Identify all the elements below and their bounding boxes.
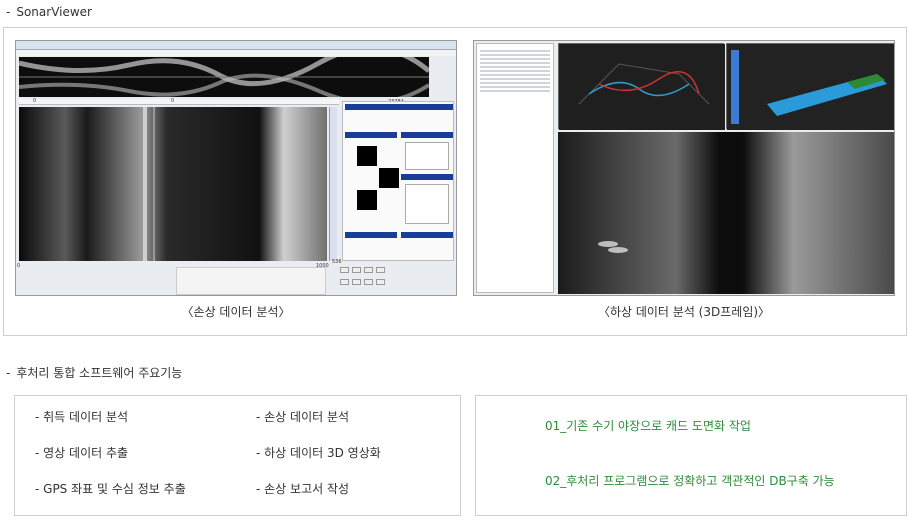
bottom-button-group [340, 267, 410, 293]
tool-button[interactable] [364, 279, 373, 285]
window-menu-bar [16, 50, 456, 56]
panel-header [345, 232, 397, 238]
caption-riverbed-3d: 〈하상 데이터 분석 (3D프레임)〉 [597, 305, 771, 319]
tool-button[interactable] [364, 267, 373, 273]
tool-button[interactable] [352, 279, 361, 285]
caption-damage-analysis: 〈손상 데이터 분석〉 [181, 305, 291, 319]
highlight-item: 01_기존 수기 야장으로 캐드 도면화 작업 [545, 419, 751, 433]
panel-header [401, 232, 453, 238]
tick-label: 0 [33, 98, 37, 104]
tool-button[interactable] [340, 267, 349, 273]
panel-header [401, 174, 453, 180]
info-table [405, 184, 449, 224]
sonar-image-view[interactable] [19, 107, 327, 261]
feature-item: - 영상 데이터 추출 [35, 446, 129, 460]
section-title-text: SonarViewer [16, 5, 92, 19]
riverbed-3d-screenshot [473, 40, 895, 296]
info-table [405, 142, 449, 170]
section-title-text: 후처리 통합 소프트웨어 주요기능 [16, 366, 183, 380]
screenshot-panel: 0 0 23784 [3, 27, 907, 336]
tool-button[interactable] [376, 279, 385, 285]
preview-thumb [379, 168, 399, 188]
sonar-waveform [18, 45, 431, 105]
preview-thumb [357, 146, 377, 166]
feature-item: - GPS 좌표 및 수심 정보 추출 [35, 482, 186, 496]
status-readout [176, 267, 326, 295]
panel-header [345, 132, 397, 138]
section-title-features: - 후처리 통합 소프트웨어 주요기능 [6, 366, 183, 380]
highlight-item: 02_후처리 프로그램으로 정확하고 객관적인 DB구축 가능 [545, 474, 835, 488]
highlight-panel: 01_기존 수기 야장으로 캐드 도면화 작업 02_후처리 프로그램으로 정확… [475, 395, 907, 516]
track-3d-plot[interactable] [558, 43, 725, 130]
control-side-panel [342, 101, 454, 261]
tick-label: 536 [332, 259, 342, 265]
window-title-bar [16, 41, 456, 50]
riverbed-3d-surface[interactable] [726, 43, 894, 130]
feature-item: - 취득 데이터 분석 [35, 410, 129, 424]
feature-item: - 손상 데이터 분석 [256, 410, 350, 424]
tool-button[interactable] [376, 267, 385, 273]
tool-button[interactable] [340, 279, 349, 285]
section-title-sonarviewer: - SonarViewer [6, 5, 92, 19]
feature-item: - 손상 보고서 작성 [256, 482, 350, 496]
panel-header [401, 132, 453, 138]
damage-analysis-screenshot: 0 0 23784 [15, 40, 457, 296]
tool-button[interactable] [352, 267, 361, 273]
position-ruler: 0 0 [19, 98, 339, 105]
file-list-pane[interactable] [476, 43, 554, 293]
riverbed-sonar-image[interactable] [558, 132, 894, 294]
panel-header [345, 104, 453, 110]
feature-item: - 하상 데이터 3D 영상화 [256, 446, 381, 460]
feature-list-panel: - 취득 데이터 분석 - 영상 데이터 추출 - GPS 좌표 및 수심 정보… [14, 395, 461, 516]
tick-label: 0 [171, 98, 175, 104]
preview-thumb [357, 190, 377, 210]
vertical-scrollbar[interactable] [329, 107, 337, 261]
tick-label: 0 [17, 263, 21, 269]
